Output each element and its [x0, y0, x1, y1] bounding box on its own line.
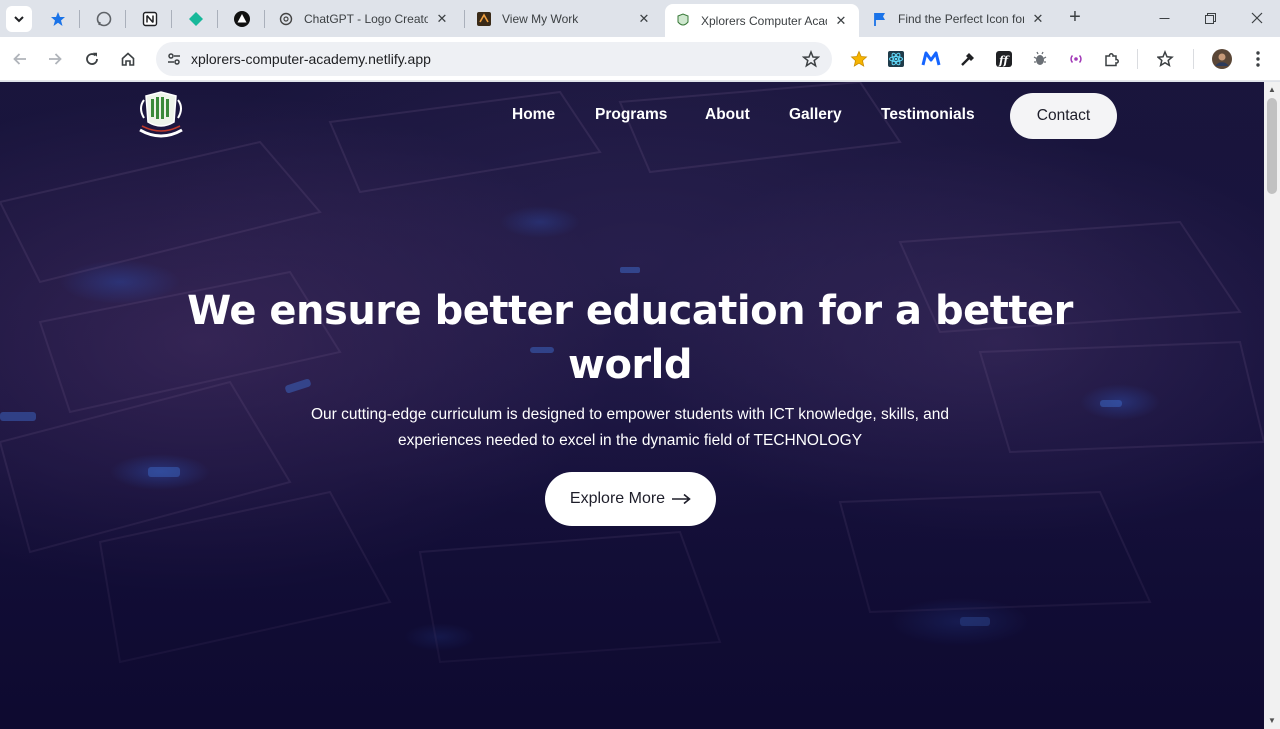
tab-close-button[interactable]: ✕	[1030, 11, 1046, 27]
home-button[interactable]	[114, 45, 142, 73]
nav-testimonials[interactable]: Testimonials	[881, 106, 975, 124]
window-close-button[interactable]	[1234, 0, 1280, 36]
toolbar-separator	[1137, 49, 1138, 69]
pinned-tab-diamond[interactable]	[182, 6, 210, 32]
tab-title: ChatGPT - Logo Creator	[304, 11, 428, 26]
pinned-tab-triangle[interactable]	[228, 6, 256, 32]
contact-button[interactable]: Contact	[1010, 93, 1117, 139]
nav-home[interactable]: Home	[512, 106, 555, 124]
color-picker-icon[interactable]	[957, 48, 979, 70]
xplorers-favicon-icon	[675, 12, 691, 29]
hero-description: Our cutting-edge curriculum is designed …	[240, 402, 1020, 454]
hero-section: Home Programs About Gallery Testimonials…	[0, 82, 1264, 729]
font-identifier-icon[interactable]: ff	[993, 48, 1015, 70]
malwarebytes-icon[interactable]	[920, 48, 942, 70]
toolbar-separator	[1193, 49, 1194, 69]
reload-button[interactable]	[78, 45, 106, 73]
star-icon	[51, 12, 65, 26]
triangle-icon	[234, 11, 250, 27]
tab-separator	[79, 10, 80, 28]
arrow-right-icon	[49, 53, 62, 65]
arrow-left-icon	[13, 53, 26, 65]
pinned-tab-notion[interactable]	[136, 6, 164, 32]
whatsapp-icon	[96, 11, 112, 27]
tab-separator	[264, 10, 265, 28]
broadcast-icon[interactable]	[1065, 48, 1087, 70]
reload-icon	[86, 52, 98, 65]
portfolio-icon	[476, 11, 492, 27]
hero-headline-line-2: world	[567, 342, 693, 388]
scroll-thumb[interactable]	[1267, 98, 1277, 194]
scroll-up-arrow[interactable]: ▲	[1264, 83, 1280, 97]
scroll-down-arrow[interactable]: ▼	[1264, 714, 1280, 728]
extension-star-icon[interactable]	[848, 48, 870, 70]
explore-more-label: Explore More	[569, 490, 666, 507]
pinned-tab-bookmark[interactable]	[44, 6, 72, 32]
url-text[interactable]: xplorers-computer-academy.netlify.app	[191, 51, 796, 67]
chevron-down-icon	[14, 16, 24, 23]
reading-list-star-icon[interactable]	[1155, 48, 1177, 70]
close-icon	[1251, 12, 1263, 24]
tab-separator	[171, 10, 172, 28]
hero-description-line-1: Our cutting-edge curriculum is designed …	[310, 406, 950, 423]
browser-toolbar: xplorers-computer-academy.netlify.app ff	[0, 37, 1280, 81]
extensions-puzzle-icon[interactable]	[1101, 48, 1123, 70]
minimize-icon	[1159, 17, 1169, 19]
nav-programs[interactable]: Programs	[595, 106, 667, 124]
nav-about[interactable]: About	[705, 106, 750, 124]
react-devtools-icon[interactable]	[885, 48, 907, 70]
tab-view-my-work[interactable]: View My Work ✕	[466, 4, 662, 33]
tab-search-button[interactable]	[6, 6, 32, 32]
forward-button[interactable]	[41, 45, 69, 73]
page-scrollbar[interactable]: ▲ ▼	[1264, 82, 1280, 729]
bookmark-star-icon[interactable]	[796, 50, 826, 68]
diamond-icon	[189, 12, 203, 26]
tab-separator	[125, 10, 126, 28]
nav-gallery[interactable]: Gallery	[789, 106, 842, 124]
academy-logo[interactable]	[134, 90, 188, 138]
restore-icon	[1204, 12, 1216, 24]
tab-title: View My Work	[502, 11, 579, 26]
tab-close-button[interactable]: ✕	[833, 13, 849, 29]
restore-button[interactable]	[1187, 0, 1233, 36]
bug-icon[interactable]	[1029, 48, 1051, 70]
explore-more-button[interactable]: Explore More	[545, 472, 716, 526]
tab-separator	[217, 10, 218, 28]
pinned-tab-whatsapp[interactable]	[90, 6, 118, 32]
tab-chatgpt[interactable]: ChatGPT - Logo Creator ✕	[268, 4, 460, 33]
hero-headline: We ensure better education for a better …	[140, 284, 1120, 392]
tab-separator	[464, 10, 465, 28]
flag-icon	[872, 11, 888, 27]
tab-close-button[interactable]: ✕	[636, 11, 652, 27]
tab-close-button[interactable]: ✕	[434, 11, 450, 27]
openai-icon	[278, 11, 294, 27]
tab-title: Find the Perfect Icon for	[898, 11, 1024, 26]
tab-title: Xplorers Computer Acad	[701, 13, 827, 28]
tab-xplorers-active[interactable]: Xplorers Computer Acad ✕	[665, 4, 859, 37]
new-tab-button[interactable]: +	[1064, 7, 1086, 29]
home-icon	[121, 52, 135, 66]
hero-description-line-2: experiences needed to excel in the dynam…	[397, 432, 863, 449]
notion-icon	[142, 11, 158, 27]
tab-strip: ChatGPT - Logo Creator ✕ View My Work ✕ …	[0, 0, 1280, 37]
hero-headline-line-1: We ensure better education for a better	[187, 288, 1073, 334]
kebab-menu-icon[interactable]	[1247, 48, 1269, 70]
profile-avatar[interactable]	[1211, 48, 1233, 70]
site-settings-icon[interactable]	[159, 51, 189, 67]
minimize-button[interactable]	[1141, 0, 1187, 36]
back-button[interactable]	[6, 45, 34, 73]
address-bar[interactable]: xplorers-computer-academy.netlify.app	[156, 42, 832, 76]
arrow-right-icon	[672, 493, 691, 505]
tab-find-icon[interactable]: Find the Perfect Icon for ✕	[862, 4, 1056, 33]
